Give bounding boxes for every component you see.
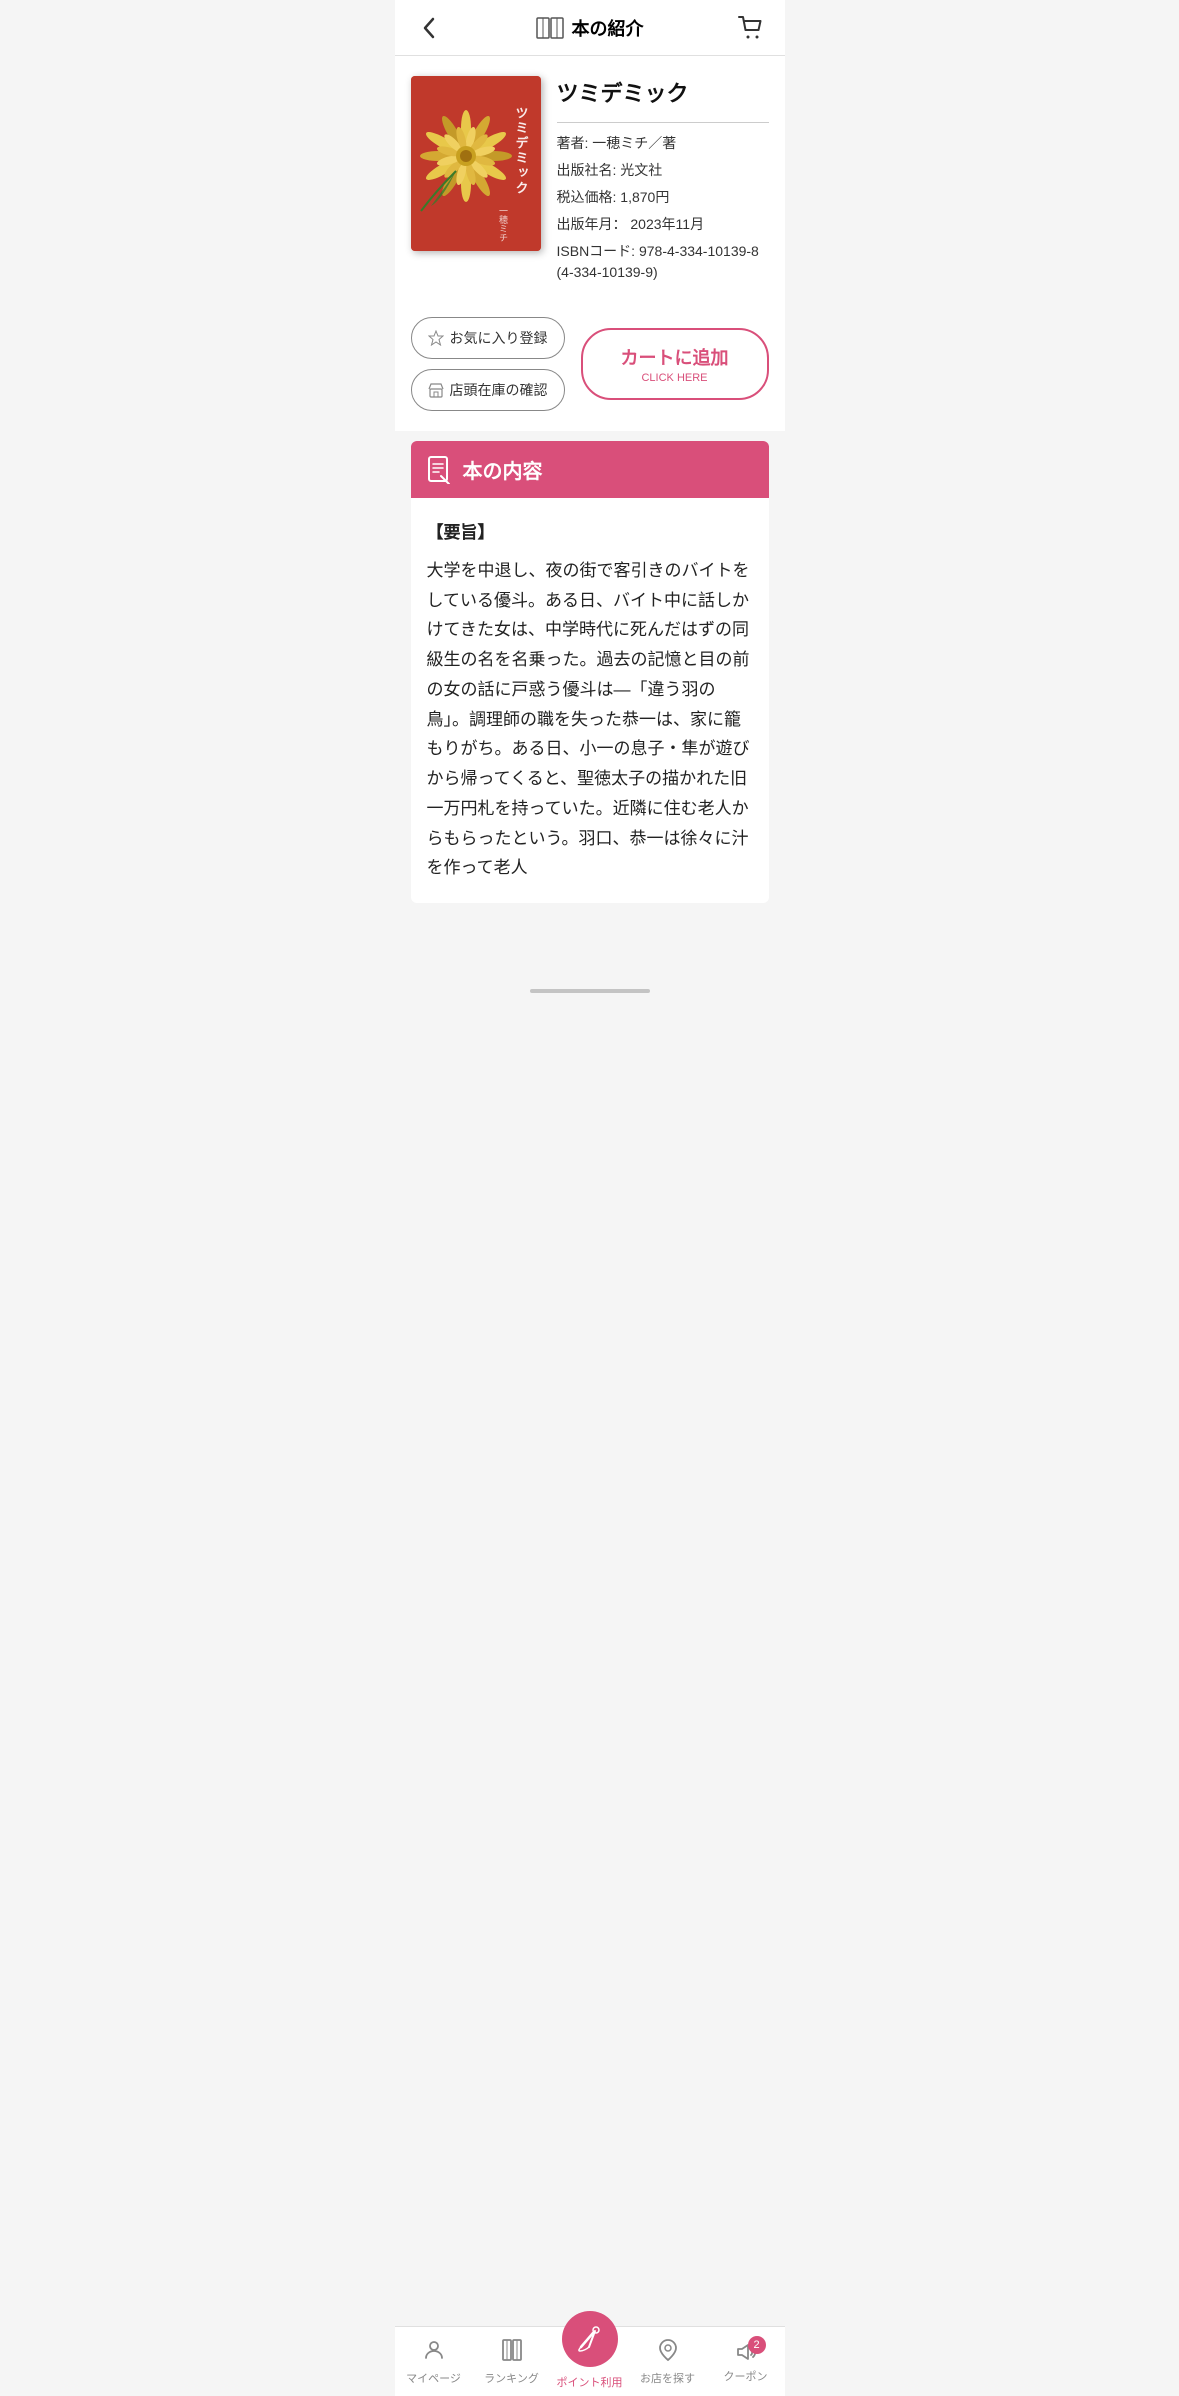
bottom-navigation: マイページ ランキング ポイント利用 [395,2326,785,2396]
back-button[interactable] [411,10,447,46]
nav-item-ranking[interactable]: ランキング [473,2327,551,2396]
location-icon [657,2338,679,2366]
summary-heading: 【要旨】 [427,518,753,548]
person-icon [422,2338,446,2366]
coupon-icon-wrapper: 2 [734,2340,758,2364]
app-header: 本の紹介 [395,0,785,56]
store-icon [428,382,444,398]
add-to-cart-button[interactable]: カートに追加 CLICK HERE [581,328,769,400]
point-circle [562,2311,618,2367]
favorite-button[interactable]: お気に入り登録 [411,317,565,359]
summary-text: 大学を中退し、夜の街で客引きのバイトをしている優斗。ある日、バイト中に話しかけて… [427,556,753,883]
document-icon [427,456,453,484]
cart-button[interactable] [733,10,769,46]
svg-text:ツミデミック: ツミデミック [513,106,528,196]
book-title: ツミデミック [557,76,769,108]
broom-icon [575,2325,605,2353]
content-header: 本の内容 [411,441,769,498]
star-icon [428,330,444,346]
book-metadata: ツミデミック 著者: 一穂ミチ／著 出版社名: 光文社 税込価格: 1,870円… [557,76,769,289]
home-indicator [530,989,650,993]
book-isbn-row: ISBNコード: 978-4-334-10139-8 (4-334-10139-… [557,241,769,283]
book-icon [500,2338,524,2366]
left-action-buttons: お気に入り登録 店頭在庫の確認 [411,317,565,411]
book-pubdate-row: 出版年月： 2023年11月 [557,214,769,235]
nav-item-mypage[interactable]: マイページ [395,2327,473,2396]
book-content-body: 【要旨】 大学を中退し、夜の街で客引きのバイトをしている優斗。ある日、バイト中に… [411,498,769,903]
book-author-row: 著者: 一穂ミチ／著 [557,133,769,154]
nav-item-coupon[interactable]: 2 クーポン [707,2327,785,2396]
nav-item-store[interactable]: お店を探す [629,2327,707,2396]
book-publisher-row: 出版社名: 光文社 [557,160,769,181]
book-price-row: 税込価格: 1,870円 [557,187,769,208]
book-info-section: ツミデミック 一穂ミチ ツミデミック 著者: 一穂ミチ／著 出版社名: 光文社 … [395,56,785,309]
svg-text:一穂ミチ: 一穂ミチ [498,206,508,242]
action-section: お気に入り登録 店頭在庫の確認 カートに追加 CLICK HERE [395,309,785,431]
nav-item-point[interactable]: ポイント利用 [551,2327,629,2396]
store-stock-button[interactable]: 店頭在庫の確認 [411,369,565,411]
coupon-badge: 2 [748,2336,766,2354]
book-cover-image: ツミデミック 一穂ミチ [411,76,541,251]
content-wrapper: 本の内容 【要旨】 大学を中退し、夜の街で客引きのバイトをしている優斗。ある日、… [395,441,785,903]
page-title: 本の紹介 [536,15,644,41]
